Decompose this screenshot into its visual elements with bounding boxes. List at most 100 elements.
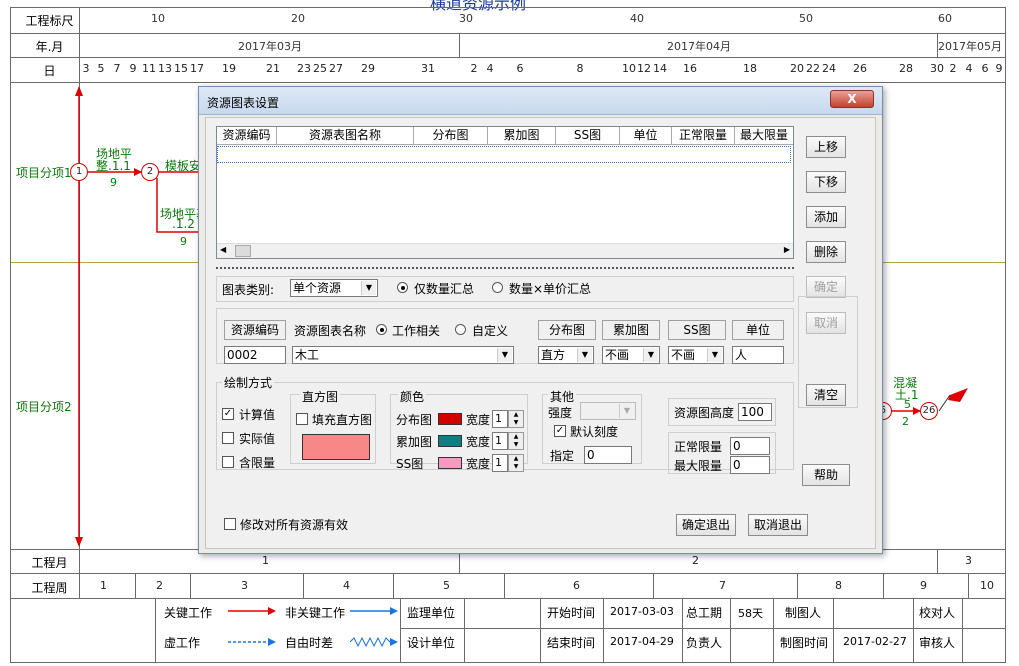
chart-height-input[interactable]: 100 xyxy=(738,403,772,421)
chk-apply-all[interactable] xyxy=(224,518,236,530)
chk-apply-all-label: 修改对所有资源有效 xyxy=(240,518,349,532)
code-header: 资源编码 xyxy=(224,320,286,340)
width-spinner-1[interactable]: ▲ ▼ xyxy=(508,410,524,428)
specify-input[interactable]: 0 xyxy=(584,446,632,464)
chart-type-select[interactable]: 单个资源 ▼ xyxy=(290,279,378,297)
color-dist-swatch[interactable] xyxy=(438,413,462,425)
horizontal-scrollbar[interactable]: ◀ ▶ xyxy=(217,243,793,258)
chevron-down-icon[interactable]: ▼ xyxy=(619,404,634,418)
color-ss-swatch[interactable] xyxy=(438,457,462,469)
maketime-value: 2017-02-27 xyxy=(843,635,907,648)
supervisor-label: 监理单位 xyxy=(407,606,456,620)
dummy-line-icon xyxy=(228,638,276,646)
chk-calc[interactable]: ✓ xyxy=(222,408,234,420)
dialog-body: 资源编码 资源表图名称 分布图 累加图 SS图 单位 正常限量 最大限量 ◀ ▶… xyxy=(205,117,876,549)
scroll-right-icon[interactable]: ▶ xyxy=(784,245,790,254)
node-26[interactable]: 26 xyxy=(920,402,938,420)
add-button[interactable]: 添加 xyxy=(806,206,846,228)
node-2[interactable]: 2 xyxy=(141,163,159,181)
col-name[interactable]: 资源表图名称 xyxy=(277,127,414,145)
radio-work-related[interactable] xyxy=(376,324,387,335)
scroll-thumb[interactable] xyxy=(235,245,251,257)
chevron-down-icon[interactable]: ▼ xyxy=(643,348,658,362)
chevron-down-icon[interactable]: ▼ xyxy=(707,348,722,362)
unit-input[interactable]: 人 xyxy=(732,346,784,364)
color-dist-label: 分布图 xyxy=(396,413,433,427)
draw-mode-label: 绘制方式 xyxy=(222,374,275,391)
week-tick: 7 xyxy=(719,579,726,592)
duration-value: 58天 xyxy=(738,607,763,620)
week-divider xyxy=(190,573,191,598)
chevron-down-icon[interactable]: ▼ xyxy=(497,348,512,362)
maketime-label: 制图时间 xyxy=(780,636,829,650)
chk-fill[interactable] xyxy=(296,413,308,425)
dist-select[interactable]: 直方 ▼ xyxy=(538,346,594,364)
intensity-select[interactable]: ▼ xyxy=(580,402,636,420)
max-limit-label: 最大限量 xyxy=(674,459,723,473)
normal-limit-label: 正常限量 xyxy=(674,440,723,454)
end-value: 2017-04-29 xyxy=(610,635,674,648)
width-spinner-2[interactable]: ▲ ▼ xyxy=(508,432,524,450)
max-limit-input[interactable]: 0 xyxy=(730,456,770,474)
end-label: 结束时间 xyxy=(547,636,596,650)
other-group-label: 其他 xyxy=(548,388,577,405)
chk-default-scale[interactable]: ✓ xyxy=(554,425,566,437)
chk-actual[interactable] xyxy=(222,432,234,444)
histogram-color-swatch[interactable] xyxy=(302,434,370,460)
splitter[interactable] xyxy=(216,267,794,271)
ss-select[interactable]: 不画 ▼ xyxy=(668,346,724,364)
ok-exit-button[interactable]: 确定退出 xyxy=(676,514,736,536)
footer-month-1: 1 xyxy=(262,554,269,567)
normal-limit-input[interactable]: 0 xyxy=(730,437,770,455)
chevron-down-icon[interactable]: ▼ xyxy=(577,348,592,362)
week-tick: 10 xyxy=(980,579,994,592)
color-cum-label: 累加图 xyxy=(396,435,433,449)
histogram-group-label: 直方图 xyxy=(300,388,341,405)
clear-button[interactable]: 清空 xyxy=(806,384,846,406)
node-1[interactable]: 1 xyxy=(70,163,88,181)
footer-month-3: 3 xyxy=(965,554,972,567)
width-input-1[interactable]: 1 xyxy=(492,410,508,428)
color-cum-swatch[interactable] xyxy=(438,435,462,447)
width-spinner-3[interactable]: ▲ ▼ xyxy=(508,454,524,472)
chk-limit[interactable] xyxy=(222,456,234,468)
chevron-down-icon[interactable]: ▼ xyxy=(361,281,376,295)
confirm-button[interactable]: 确定 xyxy=(806,276,846,298)
cum-header: 累加图 xyxy=(602,320,660,340)
width-label-3: 宽度 xyxy=(466,457,491,471)
help-button[interactable]: 帮助 xyxy=(802,464,850,486)
radio-qty-only[interactable] xyxy=(397,282,408,293)
radio-qty-price[interactable] xyxy=(492,282,503,293)
name-header: 资源图表名称 xyxy=(294,324,367,338)
col-dist[interactable]: 分布图 xyxy=(414,127,488,145)
col-unit[interactable]: 单位 xyxy=(620,127,672,145)
delete-button[interactable]: 删除 xyxy=(806,241,846,263)
move-up-button[interactable]: 上移 xyxy=(806,136,846,158)
col-ss[interactable]: SS图 xyxy=(556,127,620,145)
critical-line-icon xyxy=(228,607,276,615)
cancel-exit-button[interactable]: 取消退出 xyxy=(748,514,808,536)
close-button[interactable]: X xyxy=(830,90,874,108)
cum-select[interactable]: 不画 ▼ xyxy=(602,346,660,364)
table-row[interactable] xyxy=(217,146,791,163)
radio-custom[interactable] xyxy=(455,324,466,335)
legend-float: 自由时差 xyxy=(285,636,334,650)
task3-name-b: .1.2 xyxy=(172,217,195,231)
col-cum[interactable]: 累加图 xyxy=(488,127,556,145)
scroll-left-icon[interactable]: ◀ xyxy=(220,245,226,254)
width-input-2[interactable]: 1 xyxy=(492,432,508,450)
code-input[interactable]: 0002 xyxy=(224,346,286,364)
week-tick: 3 xyxy=(241,579,248,592)
width-input-3[interactable]: 1 xyxy=(492,454,508,472)
legend-noncritical: 非关键工作 xyxy=(285,606,346,620)
resource-name-select[interactable]: 木工 ▼ xyxy=(292,346,514,364)
week-tick: 2 xyxy=(156,579,163,592)
col-normal-limit[interactable]: 正常限量 xyxy=(672,127,735,145)
col-code[interactable]: 资源编码 xyxy=(217,127,277,145)
col-max-limit[interactable]: 最大限量 xyxy=(735,127,793,145)
dialog-titlebar[interactable]: 资源图表设置 X xyxy=(199,87,882,115)
footer-month-label: 工程月 xyxy=(31,556,68,570)
move-down-button[interactable]: 下移 xyxy=(806,171,846,193)
resource-table[interactable]: 资源编码 资源表图名称 分布图 累加图 SS图 单位 正常限量 最大限量 ◀ ▶ xyxy=(216,126,794,259)
week-divider xyxy=(135,573,136,598)
